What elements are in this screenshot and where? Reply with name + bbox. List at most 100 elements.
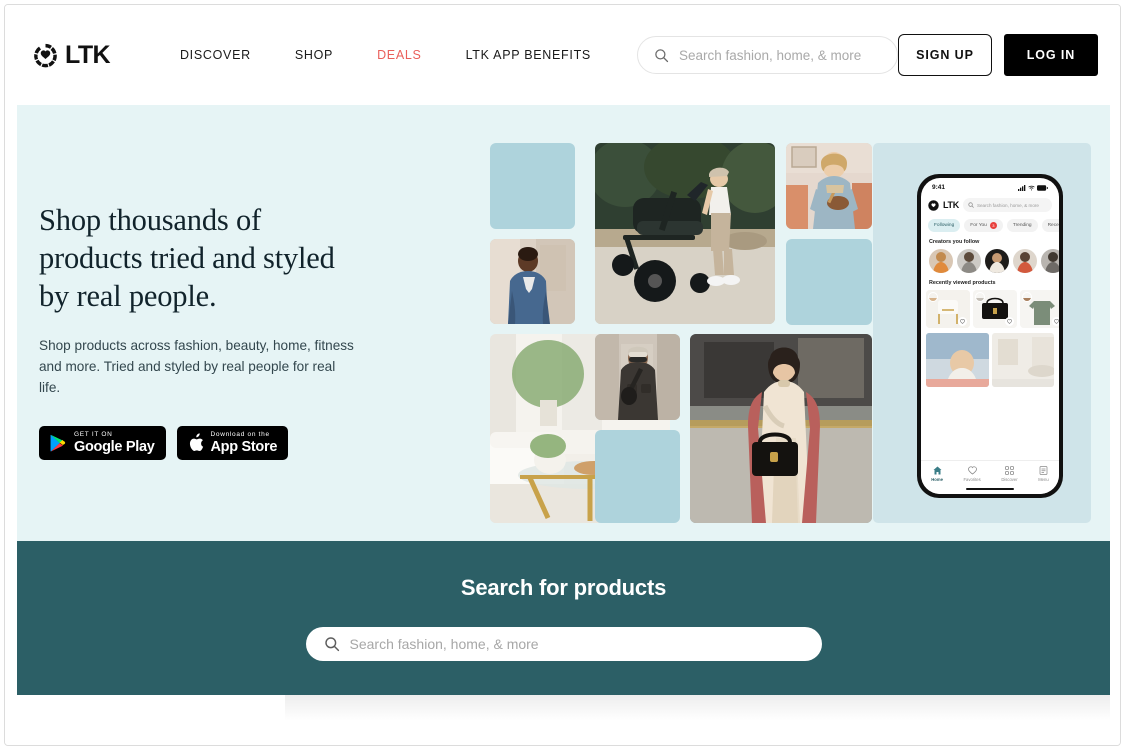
avatar[interactable] <box>985 249 1009 273</box>
search-products-section: Search for products <box>17 541 1110 695</box>
placeholder-tile-2 <box>595 430 680 523</box>
creator-avatars <box>921 245 1059 273</box>
home-indicator <box>966 487 1014 490</box>
logo-wordmark: LTK <box>65 40 111 69</box>
ltk-logo[interactable]: LTK <box>33 40 111 69</box>
phone-screen: 9:41 LTK Search fashion, home, & more Fo… <box>921 178 1059 494</box>
tab-menu-label: Menu <box>1038 477 1049 482</box>
hero-image-collage <box>490 143 890 523</box>
phone-mockup: 9:41 LTK Search fashion, home, & more Fo… <box>917 174 1063 498</box>
recently-viewed-products <box>921 286 1059 328</box>
product-search-box[interactable] <box>305 627 822 661</box>
page-bottom-shadow <box>285 695 1110 721</box>
search-icon <box>654 48 669 63</box>
photo-woman-beanie-coat <box>595 334 680 420</box>
app-preview-panel: 9:41 LTK Search fashion, home, & more Fo… <box>873 143 1091 523</box>
tab-favorites-label: Favorites <box>963 477 981 482</box>
product-card[interactable] <box>926 290 970 328</box>
app-store-top-text: Download on the <box>210 430 270 438</box>
tab-discover-label: Discover <box>1001 477 1018 482</box>
phone-search-placeholder: Search fashion, home, & more <box>976 202 1039 208</box>
list-icon <box>1039 466 1048 475</box>
google-play-badge[interactable]: GET IT ON Google Play <box>39 426 166 460</box>
apple-icon <box>188 433 204 453</box>
phone-status-bar: 9:41 <box>921 178 1059 194</box>
heart-icon[interactable] <box>1052 317 1059 326</box>
google-play-label: GET IT ON Google Play <box>74 430 155 455</box>
hero-title: Shop thousands of products tried and sty… <box>39 201 379 315</box>
app-store-badge[interactable]: Download on the App Store <box>176 426 289 460</box>
placeholder-tile-1 <box>490 143 575 229</box>
phone-filter-chips: Following For You 3 Trending Recently Jo… <box>921 212 1059 232</box>
chip-following-label: Following <box>934 223 955 228</box>
battery-icon <box>1037 184 1048 191</box>
google-play-icon <box>50 434 67 453</box>
header-search-input[interactable] <box>678 47 881 63</box>
search-icon <box>324 636 340 652</box>
avatar <box>975 292 985 302</box>
avatar[interactable] <box>957 249 981 273</box>
placeholder-tile-3 <box>786 239 872 325</box>
heart-icon <box>967 466 977 475</box>
heart-icon[interactable] <box>958 317 967 326</box>
status-icons <box>1018 184 1048 191</box>
creators-section-title: Creators you follow <box>929 239 980 245</box>
page-content: LTK DISCOVER SHOP DEALS LTK APP BENEFITS… <box>5 5 1120 745</box>
ltk-aperture-heart-logo <box>33 43 58 68</box>
chip-for-you-badge: 3 <box>989 222 997 229</box>
main-navigation: DISCOVER SHOP DEALS LTK APP BENEFITS <box>158 42 613 68</box>
header-actions: SIGN UP LOG IN <box>898 34 1098 76</box>
heart-icon[interactable] <box>1005 317 1014 326</box>
search-section-title: Search for products <box>460 575 667 600</box>
tab-home[interactable]: Home <box>931 466 943 482</box>
home-icon <box>933 466 942 475</box>
feed-card[interactable] <box>926 333 989 387</box>
google-play-top-text: GET IT ON <box>74 430 113 438</box>
avatar <box>928 292 938 302</box>
avatar[interactable] <box>1041 249 1059 273</box>
nav-item-discover[interactable]: DISCOVER <box>158 42 273 68</box>
phone-app-header: LTK Search fashion, home, & more <box>921 194 1059 212</box>
tab-discover[interactable]: Discover <box>1001 466 1018 482</box>
photo-woman-eating-bowl <box>786 143 872 229</box>
nav-item-ltk-app-benefits[interactable]: LTK APP BENEFITS <box>444 42 613 68</box>
hero-title-line-1: Shop thousands of <box>39 203 261 237</box>
search-icon <box>968 202 974 208</box>
chip-following[interactable]: Following <box>928 219 961 232</box>
hero-title-line-2: products tried and styled <box>39 241 335 275</box>
chip-recently-joined[interactable]: Recently Joi <box>1041 219 1059 232</box>
sign-up-button[interactable]: SIGN UP <box>898 34 992 76</box>
avatar <box>1022 292 1032 302</box>
avatar[interactable] <box>929 249 953 273</box>
chip-for-you[interactable]: For You 3 <box>964 219 1003 232</box>
hero-subtitle: Shop products across fashion, beauty, ho… <box>39 338 354 395</box>
header-search-box[interactable] <box>636 36 898 74</box>
log-in-button[interactable]: LOG IN <box>1004 34 1098 76</box>
product-card[interactable] <box>973 290 1017 328</box>
tab-favorites[interactable]: Favorites <box>964 466 981 482</box>
chip-recently-joined-label: Recently Joi <box>1047 223 1059 228</box>
product-card[interactable] <box>1020 290 1059 328</box>
site-header: LTK DISCOVER SHOP DEALS LTK APP BENEFITS… <box>5 5 1120 105</box>
status-time: 9:41 <box>932 184 946 191</box>
browser-window: LTK DISCOVER SHOP DEALS LTK APP BENEFITS… <box>4 4 1121 746</box>
google-play-bottom-text: Google Play <box>74 439 155 455</box>
photo-woman-blazer-handbag <box>690 334 872 523</box>
chip-trending[interactable]: Trending <box>1006 219 1038 232</box>
app-store-badges: GET IT ON Google Play Download on the Ap… <box>39 426 379 460</box>
phone-ltk-logo-icon <box>928 199 939 211</box>
grid-icon <box>1005 466 1014 475</box>
nav-item-shop[interactable]: SHOP <box>273 42 355 68</box>
products-section-title: Recently viewed products <box>929 280 996 286</box>
feed-card[interactable] <box>991 333 1054 387</box>
chip-trending-label: Trending <box>1012 223 1032 228</box>
tab-menu[interactable]: Menu <box>1038 466 1049 482</box>
chip-for-you-label: For You <box>970 223 987 228</box>
app-store-label: Download on the App Store <box>210 430 278 455</box>
product-search-input[interactable] <box>349 636 804 652</box>
nav-item-deals[interactable]: DEALS <box>355 42 444 68</box>
photo-woman-stroller-park <box>595 143 775 324</box>
hero-copy: Shop thousands of products tried and sty… <box>39 201 379 460</box>
phone-search-box[interactable]: Search fashion, home, & more <box>962 198 1052 212</box>
avatar[interactable] <box>1013 249 1037 273</box>
